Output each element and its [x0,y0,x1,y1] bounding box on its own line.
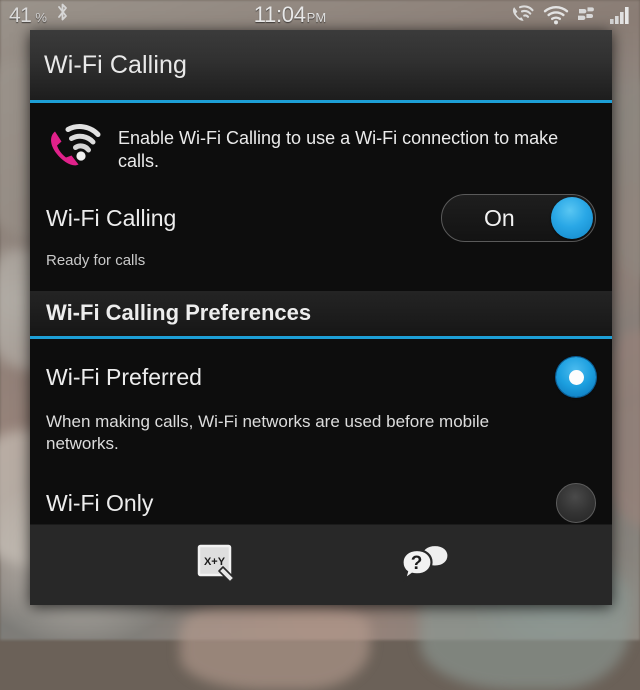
keyboard-shortcuts-icon: X+Y [193,540,239,591]
preferences-section-title: Wi-Fi Calling Preferences [46,300,311,325]
bottom-toolbar: X+Y ? [30,524,612,605]
wifi-calling-setting-row[interactable]: Wi-Fi Calling On [30,184,612,242]
option-wifi-preferred[interactable]: Wi-Fi Preferred [30,339,612,397]
status-bar-clock: 11:04 PM [69,2,511,28]
help-icon: ? [402,541,450,590]
wifi-icon [543,5,569,25]
wifi-calling-status-text: Ready for calls [30,242,612,269]
wifi-calling-setting-label: Wi-Fi Calling [46,205,176,232]
description-row: Enable Wi-Fi Calling to use a Wi-Fi conn… [30,103,612,184]
status-bar-left: 41 % [0,2,69,28]
preferences-section-header: Wi-Fi Calling Preferences [30,291,612,339]
option-wifi-preferred-radio[interactable] [556,357,596,397]
clock-ampm: PM [307,10,327,25]
wifi-calling-toggle[interactable]: On [441,194,596,242]
status-bar: 41 % 11:04 PM [0,0,640,30]
battery-percent-symbol: % [35,10,47,25]
clock-time: 11:04 [254,2,306,28]
dialog-title-bar: Wi-Fi Calling [30,30,612,103]
option-wifi-preferred-label: Wi-Fi Preferred [46,364,202,391]
blackberry-logo-icon [577,5,601,25]
battery-percent-value: 41 [9,4,31,28]
svg-text:X+Y: X+Y [204,556,226,568]
description-text: Enable Wi-Fi Calling to use a Wi-Fi conn… [118,121,596,172]
wifi-calling-toggle-value: On [484,205,515,232]
option-wifi-preferred-description: When making calls, Wi-Fi networks are us… [30,397,612,455]
keyboard-shortcuts-button[interactable]: X+Y [181,535,251,595]
signal-bars-icon [609,5,633,25]
option-wifi-only[interactable]: Wi-Fi Only [30,455,612,523]
page-title: Wi-Fi Calling [30,51,187,80]
toggle-knob[interactable] [551,197,593,239]
wifi-calling-settings-dialog: Wi-Fi Calling Enable Wi-Fi Calling to us… [30,30,612,605]
option-wifi-only-radio[interactable] [556,483,596,523]
svg-text:?: ? [411,553,423,574]
help-button[interactable]: ? [391,535,461,595]
status-bar-right [511,4,640,26]
option-wifi-only-label: Wi-Fi Only [46,490,153,517]
wifi-calling-phone-icon [46,121,106,178]
wifi-calling-icon [511,4,535,26]
settings-scroll-body[interactable]: Enable Wi-Fi Calling to use a Wi-Fi conn… [30,103,612,524]
bluetooth-icon [56,2,69,22]
